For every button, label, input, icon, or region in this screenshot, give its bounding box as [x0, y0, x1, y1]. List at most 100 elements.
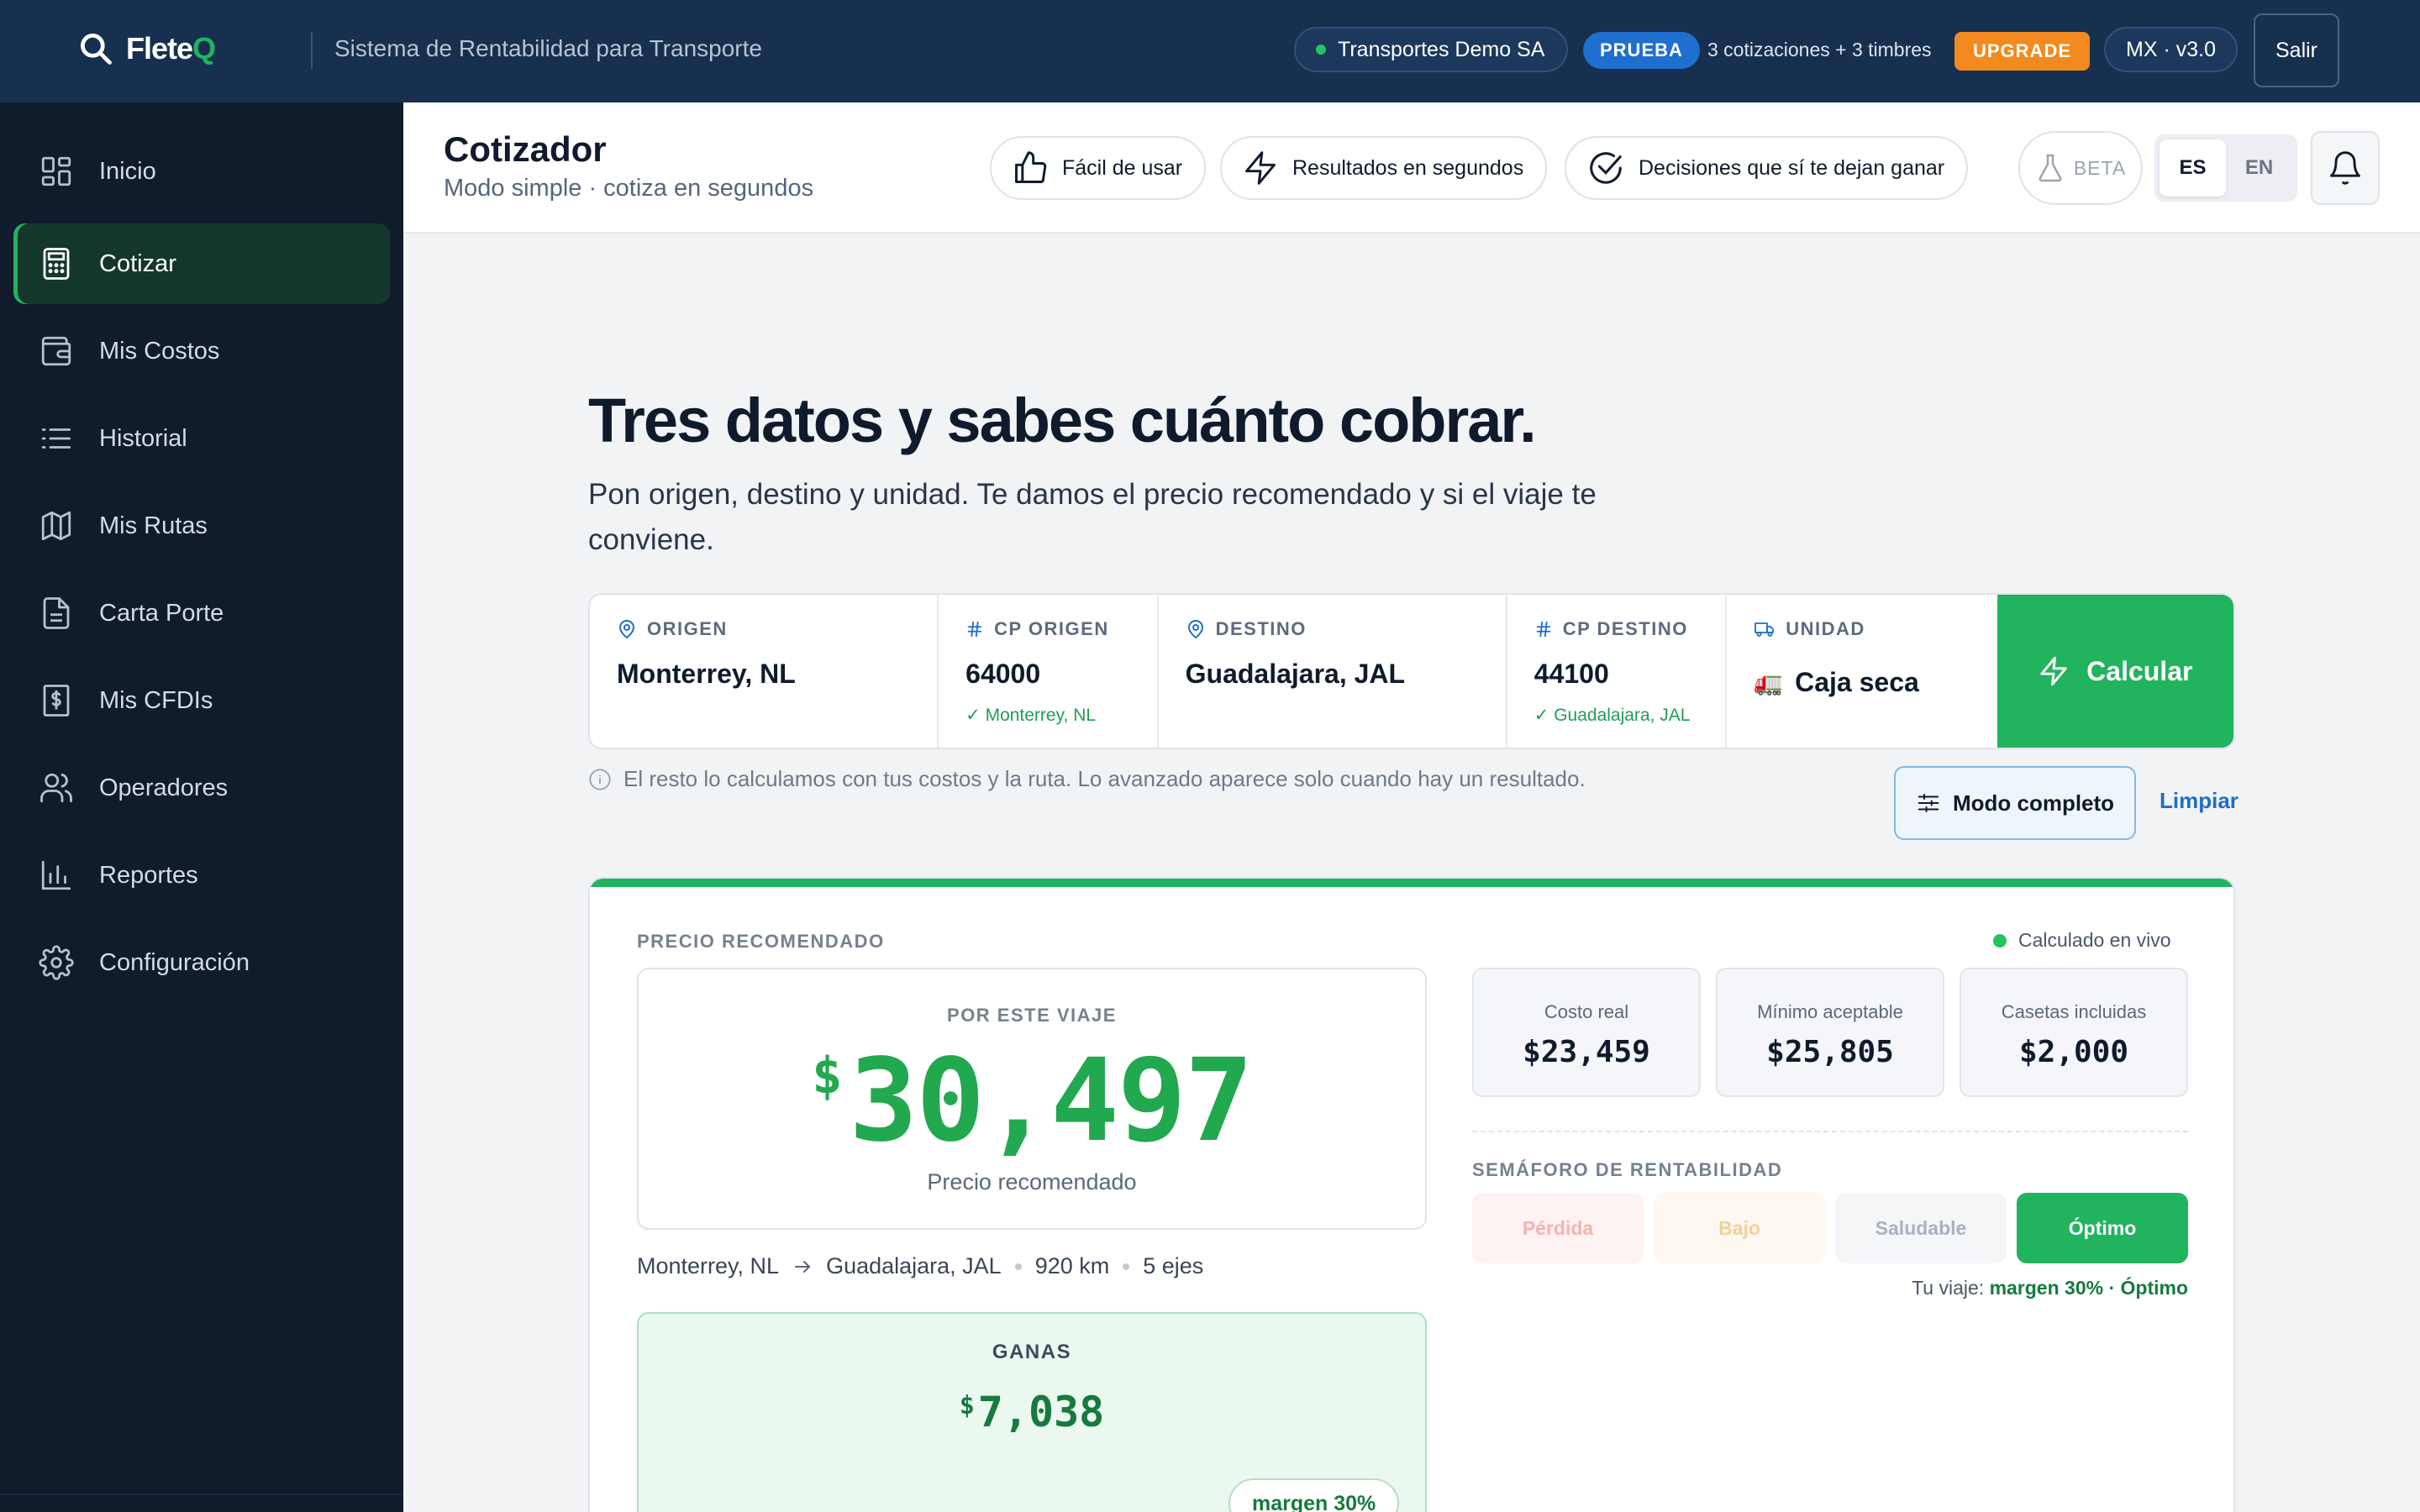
logout-button[interactable]: Salir	[2254, 13, 2339, 87]
check-circle-icon	[1590, 152, 1622, 184]
company-selector[interactable]: Transportes Demo SA	[1294, 27, 1569, 72]
separator-dot	[1123, 1263, 1130, 1270]
route-summary: Monterrey, NL Guadalajara, JAL 920 km 5 …	[637, 1253, 1203, 1279]
cp-destino-field[interactable]: CP DESTINO 44100 ✓ Guadalajara, JAL	[1507, 595, 1728, 748]
info-icon	[589, 768, 611, 790]
map-icon	[41, 511, 71, 541]
recommended-price: $ 30,497	[639, 1035, 1425, 1168]
notifications-button[interactable]	[2311, 131, 2380, 205]
feature-pill-label: Decisiones que sí te dejan ganar	[1639, 155, 1945, 180]
destino-label: DESTINO	[1215, 618, 1307, 639]
semaforo-label: Pérdida	[1522, 1216, 1594, 1239]
divider	[311, 32, 313, 69]
sidebar-item-inicio[interactable]: Inicio	[13, 131, 390, 212]
limpiar-link[interactable]: Limpiar	[2160, 788, 2238, 814]
profit-amount: $ 7,038	[639, 1388, 1425, 1436]
lang-es-button[interactable]: ES	[2160, 139, 2226, 197]
calcular-button[interactable]: Calcular	[1996, 595, 2233, 748]
upgrade-button[interactable]: UPGRADE	[1954, 32, 2091, 71]
live-indicator: Calculado en vivo	[1993, 929, 2171, 952]
lang-en-button[interactable]: EN	[2226, 139, 2292, 197]
stat-value: $2,000	[2018, 1035, 2129, 1069]
sidebar-item-mis-costos[interactable]: Mis Costos	[13, 311, 390, 391]
semaforo-optimo[interactable]: Óptimo	[2017, 1193, 2188, 1263]
stat-minimo-aceptable: Mínimo aceptable $25,805	[1716, 968, 1944, 1097]
origen-field[interactable]: ORIGEN Monterrey, NL	[590, 595, 939, 748]
grid-icon	[41, 156, 71, 186]
flask-icon	[2039, 154, 2062, 182]
route-destination: Guadalajara, JAL	[826, 1253, 1002, 1278]
form-hint: El resto lo calculamos con tus costos y …	[588, 766, 1586, 792]
language-switcher: ES EN	[2154, 134, 2297, 202]
sidebar-item-operadores[interactable]: Operadores	[13, 748, 390, 828]
unidad-label: UNIDAD	[1786, 618, 1865, 639]
semaforo-label: Óptimo	[2068, 1216, 2137, 1239]
semaforo-label: Saludable	[1875, 1216, 1967, 1239]
origen-value[interactable]: Monterrey, NL	[617, 659, 937, 690]
version-badge[interactable]: MX · v3.0	[2104, 27, 2238, 72]
semaforo-bajo[interactable]: Bajo	[1654, 1193, 1825, 1263]
destino-field[interactable]: DESTINO Guadalajara, JAL	[1159, 595, 1507, 748]
feature-pill-easy: Fácil de usar	[990, 136, 1207, 200]
cp-destino-label: CP DESTINO	[1562, 618, 1688, 639]
sidebar-item-configuracion[interactable]: Configuración	[13, 922, 390, 1003]
semaforo-saludable[interactable]: Saludable	[1835, 1193, 2007, 1263]
users-icon	[40, 773, 72, 803]
cp-destino-label-row: CP DESTINO	[1534, 618, 1725, 640]
currency-symbol: $	[812, 1047, 843, 1105]
trip-verdict-prefix: Tu viaje:	[1912, 1277, 1985, 1299]
sidebar-item-cotizar[interactable]: Cotizar	[13, 223, 390, 304]
quote-form: ORIGEN Monterrey, NL CP ORIGEN 64000 ✓ M…	[588, 593, 2235, 749]
trip-verdict-value: margen 30% · Óptimo	[1989, 1277, 2188, 1299]
profit-label: GANAS	[992, 1341, 1072, 1363]
page-subtitle: Modo simple · cotiza en segundos	[444, 175, 814, 202]
sidebar-item-mis-rutas[interactable]: Mis Rutas	[13, 486, 390, 566]
wallet-icon	[41, 336, 71, 366]
section-label-precio: PRECIO RECOMENDADO	[637, 931, 885, 952]
modo-completo-button[interactable]: Modo completo	[1894, 766, 2136, 840]
route-axles: 5 ejes	[1143, 1253, 1204, 1278]
sidebar-item-label: Reportes	[99, 861, 198, 889]
route-distance: 920 km	[1034, 1253, 1110, 1278]
unidad-select[interactable]: 🚛 Caja seca	[1754, 667, 1996, 698]
beta-label: BETA	[2073, 156, 2127, 179]
unidad-field[interactable]: UNIDAD 🚛 Caja seca	[1727, 595, 1996, 748]
brand-name: FleteQ	[126, 31, 216, 66]
company-name: Transportes Demo SA	[1338, 37, 1545, 61]
search-icon	[81, 34, 112, 65]
beta-toggle[interactable]: BETA	[2018, 131, 2143, 205]
unidad-value: Caja seca	[1795, 667, 1919, 697]
sidebar-item-historial[interactable]: Historial	[13, 398, 390, 479]
card-accent-bar	[590, 879, 2233, 887]
hash-icon	[1536, 621, 1551, 638]
sliders-icon	[1918, 794, 1939, 812]
sidebar-item-carta-porte[interactable]: Carta Porte	[13, 573, 390, 654]
cp-origen-check: ✓ Monterrey, NL	[965, 706, 1097, 725]
cp-origen-value[interactable]: 64000	[965, 659, 1156, 690]
cp-destino-value[interactable]: 44100	[1534, 659, 1725, 690]
sidebar: Inicio Cotizar Mis Costos Historial Mis …	[0, 102, 403, 1512]
invoice-icon	[43, 685, 70, 717]
section-label-semaforo: SEMÁFORO DE RENTABILIDAD	[1472, 1159, 1783, 1180]
sidebar-item-label: Historial	[99, 424, 187, 452]
sidebar-item-reportes[interactable]: Reportes	[13, 835, 390, 916]
truck-emoji-icon: 🚛	[1754, 669, 1784, 696]
stat-costo-real: Costo real $23,459	[1472, 968, 1701, 1097]
semaforo-label: Bajo	[1718, 1216, 1760, 1239]
cp-origen-field[interactable]: CP ORIGEN 64000 ✓ Monterrey, NL	[939, 595, 1159, 748]
origen-label: ORIGEN	[647, 618, 728, 639]
feature-pill-label: Fácil de usar	[1062, 155, 1183, 180]
map-pin-icon	[1187, 620, 1203, 639]
destino-value[interactable]: Guadalajara, JAL	[1186, 659, 1506, 690]
app-tagline: Sistema de Rentabilidad para Transporte	[334, 35, 762, 61]
semaforo-perdida[interactable]: Pérdida	[1472, 1193, 1644, 1263]
feature-pill-label: Resultados en segundos	[1292, 155, 1524, 180]
sidebar-item-label: Mis Costos	[99, 337, 220, 365]
sidebar-item-mis-cfdis[interactable]: Mis CFDIs	[13, 660, 390, 741]
origen-label-row: ORIGEN	[617, 618, 937, 640]
stat-casetas-incluidas: Casetas incluidas $2,000	[1960, 968, 2188, 1097]
unidad-label-row: UNIDAD	[1754, 618, 1996, 640]
sidebar-item-label: Operadores	[99, 774, 229, 801]
sidebar-footer	[0, 1494, 403, 1512]
brand-logo[interactable]: FleteQ	[77, 30, 216, 67]
